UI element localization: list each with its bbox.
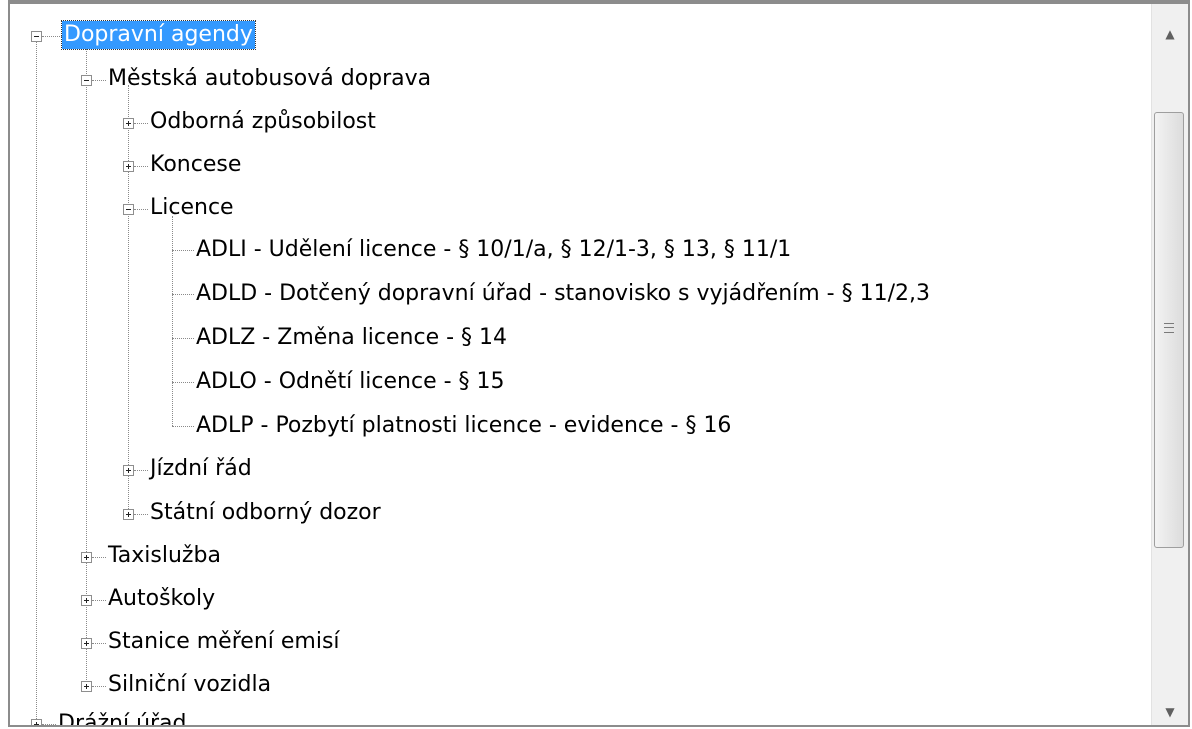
tree-node-autoskoly[interactable]: Autoškoly bbox=[106, 585, 217, 613]
tree-node-stanice-mereni-emisi[interactable]: Stanice měření emisí bbox=[106, 628, 342, 656]
scroll-down-arrow-icon[interactable]: ▼ bbox=[1152, 694, 1188, 725]
expand-icon[interactable] bbox=[81, 595, 92, 606]
tree-content: Dopravní agendy Městská autobusová dopra… bbox=[10, 4, 1150, 725]
tree-line bbox=[134, 470, 148, 471]
tree-line bbox=[172, 294, 194, 295]
tree-view[interactable]: Dopravní agendy Městská autobusová dopra… bbox=[8, 0, 1190, 727]
tree-node-dopravni-agendy[interactable]: Dopravní agendy bbox=[61, 20, 256, 50]
tree-line bbox=[42, 36, 62, 37]
tree-line bbox=[134, 514, 148, 515]
tree-line bbox=[92, 80, 106, 81]
tree-line bbox=[42, 724, 56, 725]
tree-node-taxisluzba[interactable]: Taxislužba bbox=[106, 542, 223, 570]
vertical-scrollbar[interactable]: ▲ ▼ bbox=[1151, 4, 1188, 725]
collapse-icon[interactable] bbox=[31, 31, 42, 42]
tree-node-adld[interactable]: ADLD - Dotčený dopravní úřad - stanovisk… bbox=[194, 280, 932, 308]
expand-icon[interactable] bbox=[123, 465, 134, 476]
expand-icon[interactable] bbox=[31, 719, 42, 725]
tree-node-statni-odborny-dozor[interactable]: Státní odborný dozor bbox=[148, 499, 383, 527]
tree-node-licence[interactable]: Licence bbox=[148, 194, 236, 222]
tree-node-koncese[interactable]: Koncese bbox=[148, 151, 243, 179]
collapse-icon[interactable] bbox=[81, 75, 92, 86]
tree-line bbox=[172, 216, 173, 426]
expand-icon[interactable] bbox=[81, 638, 92, 649]
tree-line bbox=[134, 209, 148, 210]
tree-line bbox=[92, 643, 106, 644]
expand-icon[interactable] bbox=[123, 509, 134, 520]
collapse-icon[interactable] bbox=[123, 204, 134, 215]
tree-line bbox=[86, 41, 87, 686]
tree-line bbox=[134, 166, 148, 167]
tree-node-jizdni-rad[interactable]: Jízdní řád bbox=[148, 455, 254, 483]
expand-icon[interactable] bbox=[123, 118, 134, 129]
tree-node-mestska-autobusova-doprava[interactable]: Městská autobusová doprava bbox=[106, 65, 433, 93]
tree-node-silnicni-vozidla[interactable]: Silniční vozidla bbox=[106, 671, 273, 699]
tree-line bbox=[172, 338, 194, 339]
tree-line bbox=[92, 600, 106, 601]
grip-lines-icon bbox=[1164, 323, 1174, 333]
tree-line bbox=[128, 85, 129, 515]
expand-icon[interactable] bbox=[81, 552, 92, 563]
scroll-up-arrow-icon[interactable]: ▲ bbox=[1152, 16, 1188, 52]
tree-line bbox=[172, 426, 194, 427]
expand-icon[interactable] bbox=[81, 681, 92, 692]
tree-line bbox=[36, 41, 37, 725]
tree-node-adlp[interactable]: ADLP - Pozbytí platnosti licence - evide… bbox=[194, 412, 733, 440]
tree-node-adli[interactable]: ADLI - Udělení licence - § 10/1/a, § 12/… bbox=[194, 236, 793, 264]
tree-node-drazni-urad[interactable]: Drážní úřad bbox=[56, 710, 189, 725]
scroll-thumb[interactable] bbox=[1154, 112, 1184, 548]
tree-line bbox=[134, 123, 148, 124]
tree-line bbox=[92, 686, 106, 687]
tree-line bbox=[172, 250, 194, 251]
tree-line bbox=[172, 382, 194, 383]
tree-node-adlz[interactable]: ADLZ - Změna licence - § 14 bbox=[194, 324, 509, 352]
tree-node-odborna-zpusobilost[interactable]: Odborná způsobilost bbox=[148, 108, 378, 136]
expand-icon[interactable] bbox=[123, 161, 134, 172]
tree-line bbox=[92, 557, 106, 558]
left-margin bbox=[0, 0, 8, 729]
tree-node-adlo[interactable]: ADLO - Odnětí licence - § 15 bbox=[194, 368, 507, 396]
